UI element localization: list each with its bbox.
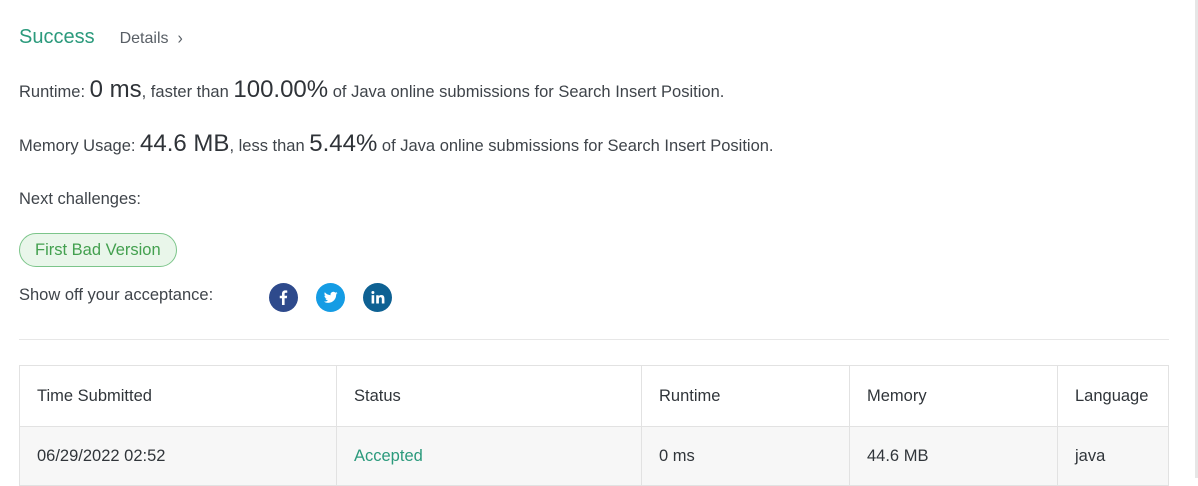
runtime-suffix: of Java online submissions for Search In… [332, 83, 725, 101]
linkedin-glyph [371, 291, 385, 304]
cell-language: java [1057, 426, 1169, 486]
header-language: Language [1057, 365, 1169, 427]
memory-label: Memory Usage: [19, 137, 136, 155]
header-memory: Memory [849, 365, 1058, 427]
runtime-value: 0 ms [89, 76, 142, 103]
cell-memory: 44.6 MB [849, 426, 1058, 486]
header-status: Status [336, 365, 642, 427]
cell-status: Accepted [336, 426, 642, 486]
header-time-submitted: Time Submitted [19, 365, 337, 427]
runtime-percent: 100.00% [233, 76, 329, 103]
challenge-first-bad-version[interactable]: First Bad Version [19, 233, 177, 267]
runtime-mid: , faster than [141, 83, 229, 101]
section-divider [19, 339, 1169, 340]
details-link[interactable]: Details › [119, 29, 183, 48]
linkedin-icon[interactable] [363, 283, 392, 312]
table-header-row: Time Submitted Status Runtime Memory Lan… [19, 365, 1169, 427]
twitter-glyph [323, 291, 338, 303]
cell-runtime: 0 ms [641, 426, 850, 486]
cell-time-submitted: 06/29/2022 02:52 [19, 426, 337, 486]
share-label: Show off your acceptance: [19, 286, 214, 304]
facebook-icon[interactable] [269, 283, 298, 312]
memory-percent: 5.44% [309, 130, 378, 157]
accepted-link[interactable]: Accepted [354, 447, 423, 465]
table-row: 06/29/2022 02:52 Accepted 0 ms 44.6 MB j… [19, 426, 1169, 486]
result-status-title: Success [19, 26, 95, 48]
runtime-stat: Runtime: 0 ms, faster than 100.00% of Ja… [19, 76, 724, 104]
next-challenges-label: Next challenges: [19, 190, 141, 208]
memory-suffix: of Java online submissions for Search In… [381, 137, 774, 155]
memory-value: 44.6 MB [140, 130, 230, 157]
details-label: Details [119, 30, 169, 47]
header-runtime: Runtime [641, 365, 850, 427]
memory-mid: , less than [229, 137, 305, 155]
facebook-glyph [279, 290, 288, 305]
twitter-icon[interactable] [316, 283, 345, 312]
submissions-table: Time Submitted Status Runtime Memory Lan… [19, 365, 1169, 486]
result-header: Success Details › [19, 26, 183, 49]
runtime-label: Runtime: [19, 83, 86, 101]
chevron-right-icon: › [177, 29, 183, 48]
memory-stat: Memory Usage: 44.6 MB, less than 5.44% o… [19, 130, 774, 158]
